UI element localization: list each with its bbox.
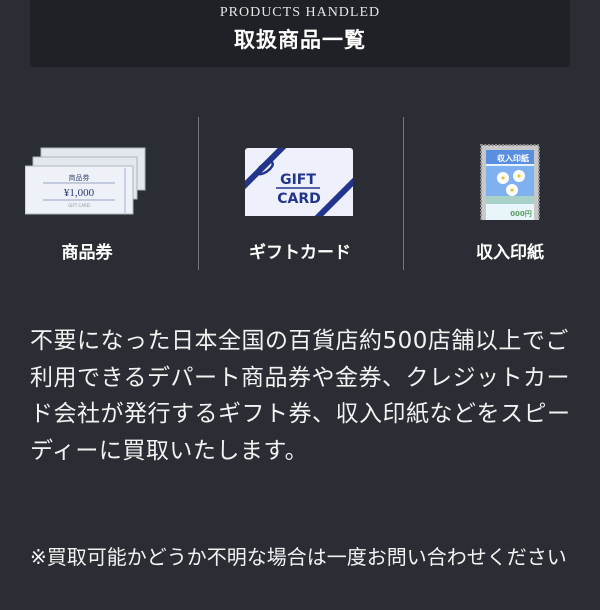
divider: [403, 117, 404, 270]
product-label: 収入印紙: [476, 243, 544, 263]
product-label: ギフトカード: [249, 243, 351, 263]
svg-text:GIFT: GIFT: [280, 172, 316, 188]
svg-text:GIFT CARD: GIFT CARD: [68, 203, 90, 208]
section-header: PRODUCTS HANDLED 取扱商品一覧: [30, 0, 570, 67]
svg-text:¥1,000: ¥1,000: [64, 187, 95, 199]
note-text: ※買取可能かどうか不明な場合は一度お問い合わせください: [30, 545, 567, 569]
product-label: 商品券: [61, 243, 113, 263]
section-subtitle: PRODUCTS HANDLED: [219, 5, 381, 20]
divider: [198, 117, 199, 270]
svg-text:000円: 000円: [510, 210, 532, 218]
description-text: 不要になった日本全国の百貨店約500店舗以上でご利用できるデパート商品券や金券、…: [30, 328, 571, 464]
svg-text:収入印紙: 収入印紙: [497, 153, 529, 163]
gift-voucher-icon: 商品券 ¥1,000 GIFT CARD: [25, 147, 146, 215]
product-gift-card: GIFT CARD ギフトカード: [205, 140, 395, 263]
section-title: 取扱商品一覧: [234, 27, 366, 52]
svg-text:商品券: 商品券: [69, 173, 90, 182]
gift-card-icon: GIFT CARD: [245, 148, 353, 216]
product-revenue-stamp: 収入印紙 000円 収入印紙: [415, 140, 600, 263]
product-gift-voucher: 商品券 ¥1,000 GIFT CARD 商品券: [0, 140, 182, 263]
svg-text:CARD: CARD: [277, 191, 321, 207]
revenue-stamp-icon: 収入印紙 000円: [480, 144, 540, 220]
